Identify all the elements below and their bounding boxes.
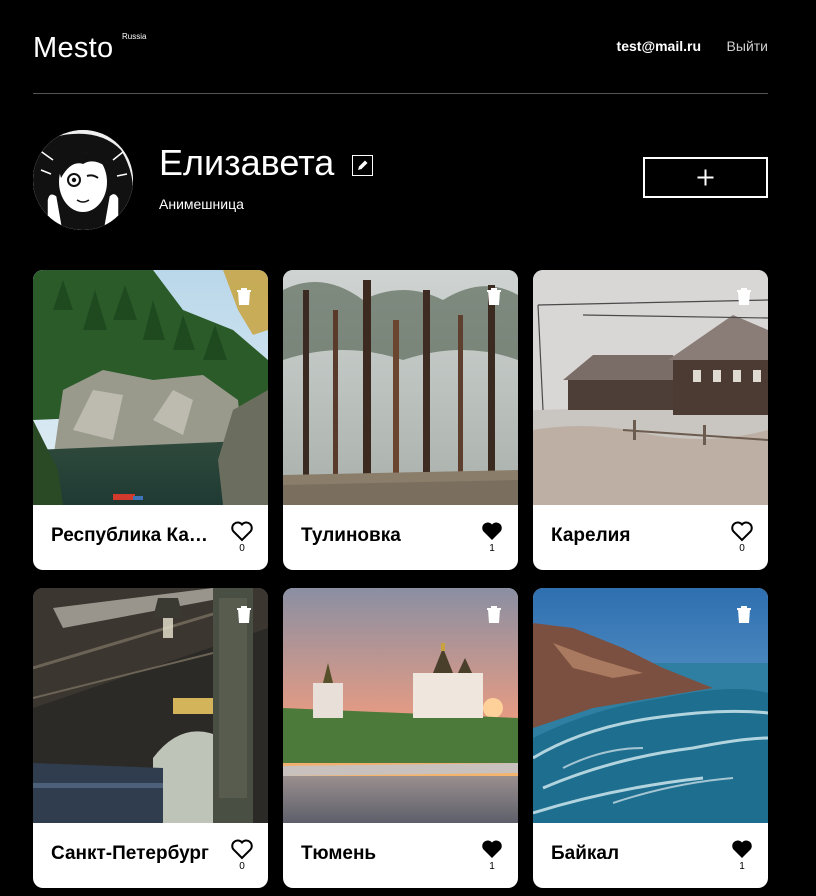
heart-filled-icon[interactable] — [730, 838, 754, 860]
add-card-button[interactable] — [643, 157, 768, 198]
card-title: Республика Карелия — [51, 525, 213, 546]
card-title: Карелия — [551, 525, 631, 546]
heart-outline-icon[interactable] — [230, 520, 254, 542]
card-image[interactable] — [533, 588, 768, 823]
like-count: 0 — [239, 861, 245, 872]
logo-region: Russia — [122, 32, 147, 41]
card-image[interactable] — [283, 588, 518, 823]
profile-about: Анимешница — [159, 196, 244, 212]
card-image[interactable] — [283, 270, 518, 505]
heart-outline-icon[interactable] — [230, 838, 254, 860]
card-photo — [533, 588, 768, 823]
logout-link[interactable]: Выйти — [727, 38, 768, 54]
header: Mesto Russia test@mail.ru Выйти — [33, 0, 768, 94]
card-image[interactable] — [533, 270, 768, 505]
card-photo — [33, 588, 268, 823]
card-photo — [533, 270, 768, 505]
card: Байкал 1 — [533, 588, 768, 888]
edit-profile-button[interactable] — [352, 155, 373, 176]
like-count: 0 — [239, 543, 245, 554]
pencil-icon — [358, 160, 368, 170]
heart-filled-icon[interactable] — [480, 838, 504, 860]
card: Тулиновка 1 — [283, 270, 518, 570]
trash-icon[interactable] — [487, 287, 501, 305]
logo[interactable]: Mesto — [33, 32, 113, 65]
card-photo — [33, 270, 268, 505]
card: Республика Карелия 0 — [33, 270, 268, 570]
card-image[interactable] — [33, 588, 268, 823]
trash-icon[interactable] — [237, 605, 251, 623]
like-count: 0 — [739, 543, 745, 554]
like-count: 1 — [489, 861, 495, 872]
profile: Елизавета Анимешница — [33, 130, 768, 230]
trash-icon[interactable] — [737, 287, 751, 305]
avatar-image — [33, 130, 133, 230]
trash-icon[interactable] — [237, 287, 251, 305]
profile-name: Елизавета — [159, 142, 335, 183]
card-photo — [283, 270, 518, 505]
card-image[interactable] — [33, 270, 268, 505]
avatar[interactable] — [33, 130, 133, 230]
user-email: test@mail.ru — [616, 38, 701, 54]
card-title: Санкт-Петербург — [51, 843, 209, 864]
heart-outline-icon[interactable] — [730, 520, 754, 542]
card: Карелия 0 — [533, 270, 768, 570]
trash-icon[interactable] — [487, 605, 501, 623]
card: Санкт-Петербург 0 — [33, 588, 268, 888]
card-title: Тулиновка — [301, 525, 401, 546]
heart-filled-icon[interactable] — [480, 520, 504, 542]
card-photo — [283, 588, 518, 823]
like-count: 1 — [489, 543, 495, 554]
card-title: Тюмень — [301, 843, 377, 864]
like-count: 1 — [739, 861, 745, 872]
card-title: Байкал — [551, 843, 620, 864]
plus-icon — [697, 169, 714, 186]
card: Тюмень 1 — [283, 588, 518, 888]
trash-icon[interactable] — [737, 605, 751, 623]
